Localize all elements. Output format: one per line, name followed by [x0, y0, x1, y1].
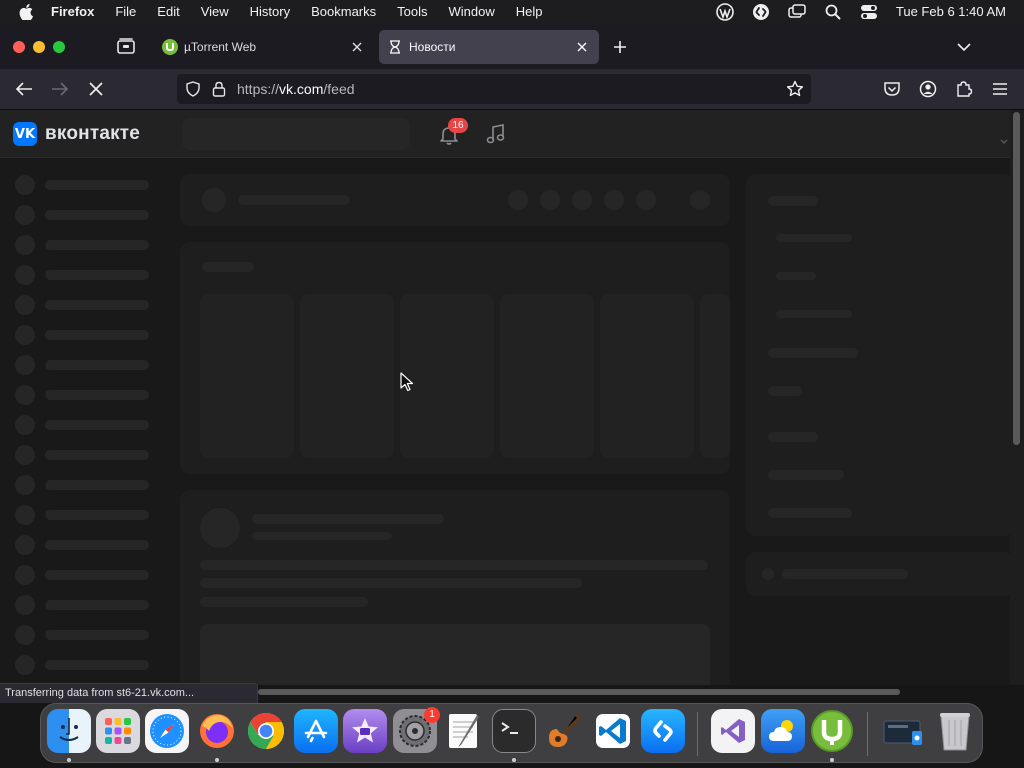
- chevron-down-icon[interactable]: [955, 38, 973, 56]
- imovie-icon[interactable]: [343, 709, 387, 753]
- right-menu-skeleton: [746, 174, 1010, 536]
- tab-utorrent-web[interactable]: µTorrent Web: [154, 30, 374, 64]
- tab-strip: µTorrent Web Новости: [0, 23, 1024, 69]
- menu-file[interactable]: File: [115, 4, 136, 19]
- bookmark-star-icon[interactable]: [786, 80, 804, 98]
- garageband-icon[interactable]: [541, 709, 585, 753]
- navigation-toolbar: https://vk.com/feed: [0, 69, 1024, 110]
- chrome-icon[interactable]: [244, 709, 288, 753]
- dock: 1: [40, 703, 983, 763]
- menu-history[interactable]: History: [250, 4, 290, 19]
- stop-loading-icon[interactable]: [86, 79, 106, 99]
- firefox-view-icon[interactable]: [116, 37, 136, 55]
- notification-count-badge: 16: [448, 118, 468, 133]
- url-host: vk.com: [279, 81, 324, 97]
- shazam-menubar-icon[interactable]: [752, 3, 770, 21]
- spotlight-search-icon[interactable]: [824, 3, 842, 21]
- wordpress-icon[interactable]: [716, 2, 734, 21]
- menu-app-name[interactable]: Firefox: [51, 4, 94, 19]
- url-text[interactable]: https://vk.com/feed: [237, 81, 786, 97]
- screen-mirroring-icon[interactable]: [788, 3, 806, 21]
- tab-label: Новости: [409, 40, 456, 54]
- story-skeleton[interactable]: [700, 294, 730, 458]
- lock-icon[interactable]: [212, 81, 226, 97]
- music-note-icon[interactable]: [485, 123, 507, 145]
- menu-bookmarks[interactable]: Bookmarks: [311, 4, 376, 19]
- hourglass-loading-icon: [387, 39, 403, 55]
- url-bar[interactable]: https://vk.com/feed: [177, 74, 811, 104]
- app-store-icon[interactable]: [294, 709, 338, 753]
- vk-header: VK вконтакте 16: [0, 110, 1010, 158]
- right-widget-skeleton[interactable]: [746, 552, 1010, 596]
- extensions-puzzle-icon[interactable]: [954, 79, 974, 99]
- hamburger-menu-icon[interactable]: [990, 79, 1010, 99]
- menu-edit[interactable]: Edit: [157, 4, 179, 19]
- apple-icon[interactable]: [19, 3, 33, 20]
- textedit-icon[interactable]: [442, 709, 486, 753]
- safari-icon[interactable]: [145, 709, 189, 753]
- control-center-icon[interactable]: [860, 3, 878, 21]
- url-scheme: https://: [237, 81, 280, 97]
- close-tab-icon[interactable]: [574, 39, 590, 55]
- finder-icon[interactable]: [47, 709, 91, 753]
- pocket-icon[interactable]: [882, 79, 902, 99]
- stories-skeleton: [180, 242, 730, 474]
- weather-icon[interactable]: [761, 709, 805, 753]
- forward-arrow-icon[interactable]: [50, 79, 70, 99]
- menu-tools[interactable]: Tools: [397, 4, 427, 19]
- launchpad-icon[interactable]: [96, 709, 140, 753]
- feed-post-skeleton: [180, 490, 730, 685]
- vscode-icon[interactable]: [591, 709, 635, 753]
- trash-icon[interactable]: [933, 709, 977, 753]
- window-minimize-button[interactable]: [33, 41, 45, 53]
- shazam-icon[interactable]: [641, 709, 685, 753]
- profile-chevron-down-icon[interactable]: [1000, 132, 1008, 144]
- menubar-clock[interactable]: Tue Feb 6 1:40 AM: [896, 4, 1006, 19]
- visual-studio-icon[interactable]: [711, 709, 755, 753]
- downloads-stack-icon[interactable]: [881, 709, 925, 753]
- story-skeleton[interactable]: [300, 294, 394, 458]
- vk-search-input-placeholder[interactable]: [182, 118, 410, 150]
- menu-help[interactable]: Help: [516, 4, 543, 19]
- account-icon[interactable]: [918, 79, 938, 99]
- web-page-content: VK вконтакте 16: [0, 110, 1010, 685]
- horizontal-scrollbar[interactable]: [258, 689, 900, 695]
- tab-label: µTorrent Web: [184, 40, 257, 54]
- mouse-pointer-icon: [400, 372, 414, 392]
- terminal-icon[interactable]: [492, 709, 536, 753]
- window-close-button[interactable]: [13, 41, 25, 53]
- story-skeleton[interactable]: [600, 294, 694, 458]
- back-arrow-icon[interactable]: [14, 79, 34, 99]
- menu-window[interactable]: Window: [449, 4, 495, 19]
- close-tab-icon[interactable]: [349, 39, 365, 55]
- story-skeleton[interactable]: [500, 294, 594, 458]
- window-zoom-button[interactable]: [53, 41, 65, 53]
- firefox-icon[interactable]: [195, 709, 239, 753]
- utorrent-icon[interactable]: [810, 709, 854, 753]
- tracking-protection-shield-icon[interactable]: [185, 81, 201, 97]
- menu-view[interactable]: View: [201, 4, 229, 19]
- story-skeleton[interactable]: [200, 294, 294, 458]
- vk-wordmark[interactable]: вконтакте: [45, 123, 140, 145]
- tab-novosti[interactable]: Новости: [379, 30, 599, 64]
- vertical-scrollbar[interactable]: [1010, 110, 1024, 685]
- scrollbar-thumb[interactable]: [1013, 112, 1020, 445]
- post-composer-skeleton[interactable]: [180, 174, 730, 226]
- new-tab-plus-icon[interactable]: [611, 38, 629, 56]
- url-path: /feed: [323, 81, 355, 97]
- status-text: Transferring data from st6-21.vk.com...: [0, 683, 258, 703]
- story-skeleton[interactable]: [400, 294, 494, 458]
- utorrent-icon: [162, 39, 178, 55]
- vk-logo[interactable]: VK: [13, 122, 37, 146]
- notification-badge: 1: [424, 707, 440, 723]
- menu-bar: Firefox File Edit View History Bookmarks…: [0, 0, 1024, 23]
